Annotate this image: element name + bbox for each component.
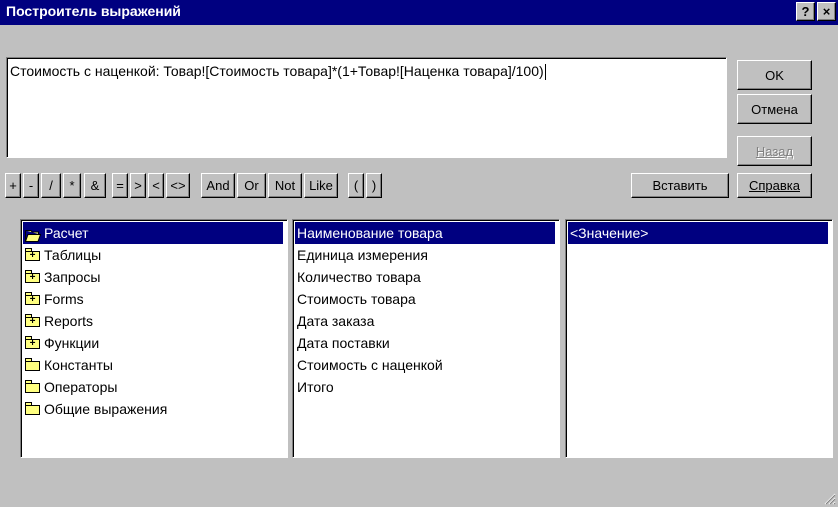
field-item[interactable]: Итого: [295, 376, 555, 398]
operator-and-button[interactable]: And: [201, 173, 235, 198]
field-item[interactable]: Стоимость с наценкой: [295, 354, 555, 376]
operator-ampersand-button[interactable]: &: [84, 173, 106, 198]
folder-plus-icon: +: [25, 314, 41, 328]
category-item-label: Reports: [44, 313, 94, 329]
cancel-button[interactable]: Отмена: [737, 94, 812, 124]
operator-minus-button[interactable]: -: [23, 173, 39, 198]
help-button-label: Справка: [749, 178, 800, 193]
open-folder-icon: [24, 226, 42, 243]
folder-icon: [25, 358, 41, 372]
value-item-label: <Значение>: [570, 225, 649, 241]
window-title: Построитель выражений: [6, 3, 181, 19]
folder-plus-icon: +: [25, 248, 41, 262]
category-item[interactable]: + Функции: [23, 332, 283, 354]
field-item-label: Единица измерения: [297, 247, 428, 263]
folder-plus-icon: +: [25, 292, 41, 306]
category-item[interactable]: Константы: [23, 354, 283, 376]
category-item[interactable]: + Запросы: [23, 266, 283, 288]
category-item[interactable]: + Reports: [23, 310, 283, 332]
operator-like-button[interactable]: Like: [304, 173, 338, 198]
field-item-label: Итого: [297, 379, 334, 395]
category-item-label: Функции: [44, 335, 100, 351]
field-item-label: Дата заказа: [297, 313, 375, 329]
expression-box[interactable]: Стоимость с наценкой: Товар![Стоимость т…: [6, 57, 727, 158]
operator-equals-button[interactable]: =: [112, 173, 128, 198]
operator-divide-button[interactable]: /: [41, 173, 61, 198]
category-item[interactable]: Общие выражения: [23, 398, 283, 420]
field-item-label: Стоимость товара: [297, 291, 416, 307]
value-list[interactable]: <Значение>: [565, 219, 833, 458]
folder-icon: [25, 402, 41, 416]
category-item-label: Forms: [44, 291, 84, 307]
close-icon[interactable]: ×: [817, 2, 836, 21]
title-bar[interactable]: Построитель выражений ? ×: [0, 0, 838, 25]
operator-or-button[interactable]: Or: [237, 173, 266, 198]
category-item-label: Операторы: [44, 379, 118, 395]
field-item[interactable]: Количество товара: [295, 266, 555, 288]
field-item[interactable]: Единица измерения: [295, 244, 555, 266]
folder-plus-icon: +: [25, 336, 41, 350]
operator-close-paren-button[interactable]: ): [366, 173, 382, 198]
folder-plus-icon: +: [25, 270, 41, 284]
field-item[interactable]: Дата поставки: [295, 332, 555, 354]
field-item-label: Наименование товара: [297, 225, 443, 241]
field-item[interactable]: Дата заказа: [295, 310, 555, 332]
operator-less-button[interactable]: <: [148, 173, 164, 198]
category-item[interactable]: Расчет: [23, 222, 283, 244]
category-item[interactable]: + Таблицы: [23, 244, 283, 266]
category-item-label: Расчет: [44, 225, 89, 241]
category-item-label: Таблицы: [44, 247, 102, 263]
category-item-label: Запросы: [44, 269, 101, 285]
field-item-label: Количество товара: [297, 269, 421, 285]
category-item[interactable]: + Forms: [23, 288, 283, 310]
operator-multiply-button[interactable]: *: [63, 173, 81, 198]
help-icon[interactable]: ?: [796, 2, 815, 21]
field-item-label: Дата поставки: [297, 335, 390, 351]
operator-not-button[interactable]: Not: [268, 173, 302, 198]
operator-not-equal-button[interactable]: <>: [166, 173, 190, 198]
value-item[interactable]: <Значение>: [568, 222, 828, 244]
expression-text: Стоимость с наценкой: Товар![Стоимость т…: [10, 63, 544, 79]
folder-icon: [25, 380, 41, 394]
back-button-label: Назад: [755, 143, 794, 159]
ok-button[interactable]: OK: [737, 60, 812, 90]
help-button[interactable]: Справка: [737, 173, 812, 198]
category-item-label: Константы: [44, 357, 113, 373]
category-item-label: Общие выражения: [44, 401, 168, 417]
field-list[interactable]: Наименование товара Единица измерения Коли…: [292, 219, 560, 458]
operator-plus-button[interactable]: +: [5, 173, 21, 198]
insert-button[interactable]: Вставить: [631, 173, 729, 198]
text-caret: [544, 64, 546, 81]
category-item[interactable]: Операторы: [23, 376, 283, 398]
field-item[interactable]: Наименование товара: [295, 222, 555, 244]
operator-open-paren-button[interactable]: (: [348, 173, 364, 198]
category-list[interactable]: Расчет + Таблицы + Запросы + Forms + Reports + Фун…: [20, 219, 288, 458]
operator-greater-button[interactable]: >: [130, 173, 146, 198]
resize-grip-icon[interactable]: [824, 493, 836, 505]
field-item-label: Стоимость с наценкой: [297, 357, 443, 373]
field-item[interactable]: Стоимость товара: [295, 288, 555, 310]
back-button[interactable]: Назад: [737, 136, 812, 166]
